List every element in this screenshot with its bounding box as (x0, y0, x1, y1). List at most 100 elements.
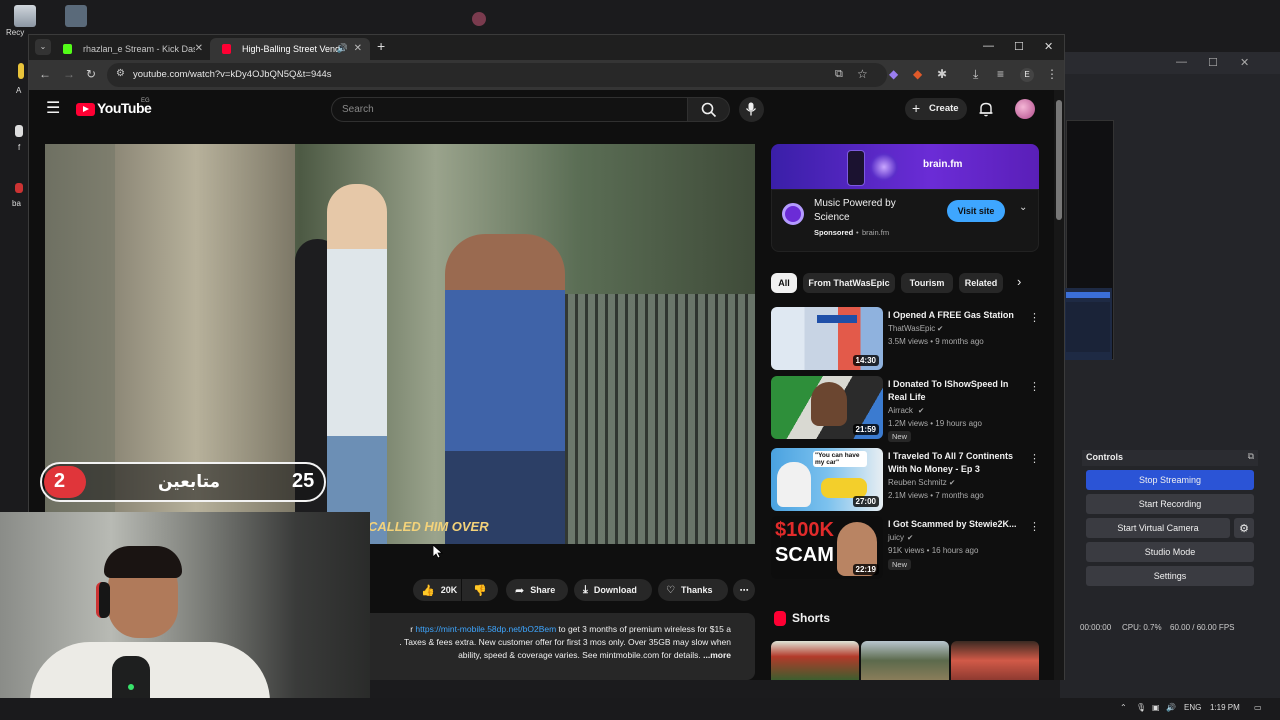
tab-youtube-video[interactable]: High-Balling Street Vendor 🔊 ✕ (210, 38, 370, 60)
recycle-bin-icon[interactable] (14, 5, 36, 27)
start-virtual-camera-button[interactable]: Start Virtual Camera (1086, 518, 1230, 538)
chip-all[interactable]: All (771, 273, 797, 293)
search-button[interactable] (688, 97, 730, 122)
chip-related[interactable]: Related (959, 273, 1003, 293)
downloads-icon[interactable]: ⤓ (973, 67, 978, 82)
new-tab-button[interactable]: + (377, 38, 385, 54)
voice-search-button[interactable] (739, 97, 764, 122)
close-tab-icon[interactable]: ✕ (195, 43, 203, 54)
reload-icon[interactable]: ↻ (86, 67, 96, 81)
extension-icon[interactable]: ◆ (889, 67, 898, 81)
channel-name[interactable]: Airrack (888, 406, 913, 415)
scrollbar-thumb[interactable] (1056, 100, 1062, 220)
download-button[interactable]: ⤓ Download (574, 579, 652, 601)
video-title[interactable]: I Opened A FREE Gas Station (888, 309, 1023, 322)
close-tab-icon[interactable]: ✕ (354, 43, 362, 54)
studio-mode-button[interactable]: Studio Mode (1086, 542, 1254, 562)
like-button[interactable]: 👍 20K (413, 579, 461, 601)
youtube-logo-icon[interactable] (76, 103, 95, 116)
site-info-icon[interactable]: ⚙ (116, 68, 125, 79)
dislike-button[interactable]: 👎 (462, 579, 498, 601)
chip-tourism[interactable]: Tourism (901, 273, 953, 293)
account-avatar[interactable] (1015, 99, 1035, 119)
stop-streaming-button[interactable]: Stop Streaming (1086, 470, 1254, 490)
search-input[interactable]: Search (331, 97, 688, 122)
browser-menu-icon[interactable]: ⋮ (1046, 67, 1058, 81)
desktop-app-icon[interactable] (18, 63, 24, 79)
notifications-icon[interactable]: ▭ (1254, 703, 1262, 712)
virtual-camera-settings-icon[interactable]: ⚙ (1234, 518, 1254, 538)
more-options-icon[interactable]: ⋮ (1029, 380, 1040, 393)
bookmark-star-icon[interactable]: ☆ (857, 67, 868, 81)
visit-site-button[interactable]: Visit site (947, 200, 1005, 222)
more-options-icon[interactable]: ⋮ (1029, 520, 1040, 533)
video-thumbnail[interactable]: 14:30 (771, 307, 883, 370)
video-thumbnail[interactable]: 21:59 (771, 376, 883, 439)
microphone-icon[interactable]: 🎙 (1136, 703, 1146, 712)
more-options-icon[interactable]: ⋮ (1029, 452, 1040, 465)
page-scrollbar[interactable] (1054, 90, 1064, 680)
more-options-icon[interactable]: ⋮ (1029, 311, 1040, 324)
extension-icon[interactable]: ◆ (913, 67, 922, 81)
address-bar[interactable]: ⚙ youtube.com/watch?v=kDy4OJbQN5Q&t=944s… (107, 63, 887, 87)
channel-name[interactable]: ThatWasEpic (888, 324, 935, 333)
ad-title[interactable]: Music Powered by Science (814, 197, 914, 225)
minimize-icon[interactable]: — (983, 40, 994, 52)
create-button[interactable]: + Create (905, 98, 967, 120)
settings-button[interactable]: Settings (1086, 566, 1254, 586)
close-icon[interactable]: ✕ (1240, 56, 1249, 69)
forward-icon[interactable]: → (63, 67, 75, 81)
clock[interactable]: 1:19 PM (1210, 703, 1240, 712)
recommendation-item[interactable]: 21:59 I Donated To IShowSpeed In Real Li… (771, 376, 1040, 442)
close-window-icon[interactable]: ✕ (1044, 40, 1053, 53)
ad-banner[interactable]: brain.fm (771, 144, 1039, 189)
recommendation-item[interactable]: 14:30 I Opened A FREE Gas Station ThatWa… (771, 307, 1040, 371)
maximize-icon[interactable]: ☐ (1208, 56, 1218, 69)
chips-next-icon[interactable]: › (1017, 274, 1021, 289)
channel-name[interactable]: Reuben Schmitz (888, 478, 947, 487)
share-button[interactable]: ➦ Share (506, 579, 568, 601)
desktop-app-icon[interactable] (472, 12, 486, 26)
more-actions-button[interactable]: ⋯ (733, 579, 755, 601)
expand-ad-icon[interactable]: ⌄ (1019, 202, 1027, 213)
start-recording-button[interactable]: Start Recording (1086, 494, 1254, 514)
install-app-icon[interactable]: ⧉ (835, 68, 843, 81)
volume-icon[interactable]: 🔊 (1166, 703, 1176, 712)
undock-icon[interactable]: ⧉ (1248, 451, 1254, 462)
short-thumbnail[interactable] (861, 641, 949, 680)
desktop-app-icon[interactable] (15, 125, 23, 137)
recommendation-item[interactable]: $100K SCAM 22:19 I Got Scammed by Stewie… (771, 516, 1040, 580)
chip-from-thatwasepic[interactable]: From ThatWasEpic (803, 273, 895, 293)
video-thumbnail[interactable]: $100K SCAM 22:19 (771, 516, 883, 579)
language-indicator[interactable]: ENG (1184, 703, 1201, 712)
audio-playing-icon[interactable]: 🔊 (337, 43, 348, 54)
ad-sponsored: Sponsored (814, 228, 854, 237)
video-title[interactable]: I Donated To IShowSpeed In Real Life (888, 378, 1023, 404)
recommendation-item[interactable]: "You can have my car" 27:00 I Traveled T… (771, 448, 1040, 512)
network-icon[interactable]: ▣ (1152, 703, 1160, 712)
reading-list-icon[interactable]: ≡ (997, 67, 1004, 81)
notifications-bell-icon[interactable] (978, 101, 994, 117)
thanks-button[interactable]: ♡ Thanks (658, 579, 728, 601)
profile-avatar[interactable]: E (1020, 68, 1034, 82)
minimize-icon[interactable]: — (1176, 56, 1187, 68)
ad-card[interactable]: Music Powered by Science Sponsored • bra… (771, 189, 1039, 252)
description-link[interactable]: https://mint-mobile.58dp.net/bO2Bem (415, 624, 556, 634)
url-text[interactable]: youtube.com/watch?v=kDy4OJbQN5Q&t=944s (133, 69, 332, 80)
back-icon[interactable]: ← (39, 67, 51, 81)
tab-search-icon[interactable]: ⌄ (35, 39, 51, 55)
short-thumbnail[interactable] (951, 641, 1039, 680)
short-thumbnail[interactable] (771, 641, 859, 680)
tray-overflow-icon[interactable]: ⌃ (1120, 703, 1127, 712)
desktop-app-icon[interactable] (65, 5, 87, 27)
maximize-icon[interactable]: ☐ (1014, 40, 1024, 53)
video-title[interactable]: I Traveled To All 7 Continents With No M… (888, 450, 1023, 476)
video-thumbnail[interactable]: "You can have my car" 27:00 (771, 448, 883, 511)
channel-name[interactable]: juicy (888, 533, 904, 542)
desktop-app-icon[interactable] (15, 183, 23, 193)
hamburger-menu-icon[interactable]: ☰ (46, 98, 60, 118)
extensions-puzzle-icon[interactable]: ✱ (937, 67, 947, 81)
tab-kick-dashboard[interactable]: rhazlan_e Stream - Kick Dashbo ✕ (51, 38, 211, 60)
show-more-link[interactable]: ...more (701, 650, 731, 660)
video-title[interactable]: I Got Scammed by Stewie2K... (888, 518, 1023, 531)
